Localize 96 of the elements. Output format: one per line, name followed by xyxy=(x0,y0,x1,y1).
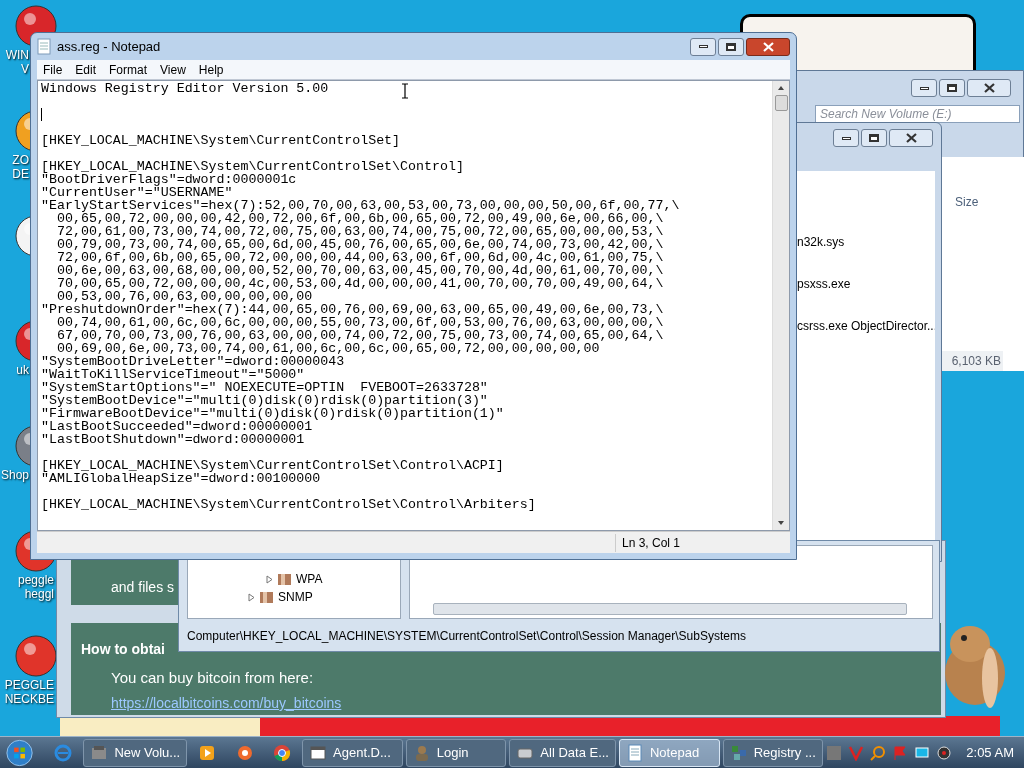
taskbar-button[interactable]: Login xyxy=(405,738,507,767)
text-area[interactable] xyxy=(37,80,790,531)
text-cursor-icon xyxy=(401,83,409,99)
expand-arrow-icon[interactable] xyxy=(248,592,255,602)
horizontal-scrollbar[interactable] xyxy=(433,603,907,615)
folder-icon xyxy=(277,572,292,586)
object-item[interactable]: n32k.sys xyxy=(797,233,935,251)
text-line: [HKEY_LOCAL_MACHINE\System\CurrentControlSet\Control\ACPI] xyxy=(41,459,504,472)
text-line: 00,79,00,73,00,74,00,65,00,6d,00,45,00,76,00,65,00,6e,00,74,00,73,00,42,00,\ xyxy=(55,238,664,251)
taskbar-button[interactable]: Agent.D... xyxy=(302,738,403,767)
maximize-button[interactable] xyxy=(718,37,744,56)
text-line: "SystemBootDriveLetter"=dword:00000043 xyxy=(41,355,345,368)
search-field[interactable]: Search New Volume (E:) xyxy=(815,105,1020,123)
text-line: 00,69,00,6e,00,73,00,74,00,61,00,6c,00,6c,00,65,00,72,00,00,00,00,00 xyxy=(55,342,600,355)
menu-item[interactable]: View xyxy=(154,60,192,79)
text-line: 00,74,00,61,00,6c,00,6c,00,00,00,55,00,73,00,6f,00,53,00,76,00,63,00,00,00,\ xyxy=(56,316,664,329)
minimize-icon xyxy=(841,136,851,140)
status-path: Computer\HKEY_LOCAL_MACHINE\SYSTEM\CurrentControlSet\Control\Session Manager\SubSystems xyxy=(187,628,746,645)
close-icon xyxy=(983,83,995,93)
minimize-icon xyxy=(919,86,929,90)
object-item[interactable]: csrss.exe ObjectDirector... xyxy=(797,317,935,335)
text-line: 00,6e,00,63,00,68,00,00,00,52,00,70,00,63,00,45,00,70,00,4d,00,61,00,70,00,\ xyxy=(55,264,664,277)
menu-item[interactable]: File xyxy=(37,60,69,79)
text-line: "PreshutdownOrder"=hex(7):44,00,65,00,76,00,69,00,63,00,65,00,49,00,6e,00,73,\ xyxy=(41,303,664,316)
globe-icon xyxy=(54,743,73,762)
scroll-up-icon[interactable] xyxy=(777,85,785,91)
maximize-icon xyxy=(726,42,736,51)
window-icon xyxy=(309,743,328,762)
close-icon xyxy=(905,133,917,143)
text-line: "LastBootSucceeded"=dword:00000001 xyxy=(41,420,313,433)
text-line: "CurrentUser"="USERNAME" xyxy=(41,186,233,199)
text-line: [HKEY_LOCAL_MACHINE\System\CurrentControlSet\Control] xyxy=(41,160,464,173)
close-button[interactable] xyxy=(889,129,933,147)
column-header[interactable]: Size xyxy=(955,193,979,211)
cubes-icon xyxy=(729,743,748,762)
text-caret xyxy=(41,108,42,121)
minimize-button[interactable] xyxy=(911,79,937,97)
close-button[interactable] xyxy=(967,79,1011,97)
magnifier-icon[interactable] xyxy=(870,744,887,761)
folder-icon xyxy=(259,590,274,604)
text-line: "BootDriverFlags"=dword:0000001c xyxy=(41,173,297,186)
tree-item[interactable]: SNMP xyxy=(278,588,313,606)
notepad-icon xyxy=(37,38,51,55)
minimize-button[interactable] xyxy=(690,37,716,56)
text-line: 00,53,00,76,00,63,00,00,00,00,00 xyxy=(55,290,313,303)
text-line: Windows Registry Editor Version 5.00 xyxy=(41,82,329,95)
maximize-icon xyxy=(869,134,879,142)
text-line: 72,00,61,00,73,00,74,00,72,00,75,00,63,00,74,00,75,00,72,00,65,00,00,00,53,\ xyxy=(55,225,664,238)
text-line: "SystemStartOptions"=" NOEXECUTE=OPTIN FVEBOOT=2633728" xyxy=(41,381,488,394)
start-button-icon[interactable] xyxy=(6,737,34,768)
play-icon xyxy=(198,743,217,762)
expand-arrow-icon[interactable] xyxy=(266,574,273,584)
p-ball-icon xyxy=(14,634,58,678)
text-line: "FirmwareBootDevice"="multi(0)disk(0)rdisk(0)partition(1)" xyxy=(41,407,504,420)
menu-item[interactable]: Help xyxy=(192,60,230,79)
tree-item[interactable]: WPA xyxy=(296,570,323,588)
close-icon xyxy=(762,41,774,52)
taskbar-button[interactable]: Registry ... xyxy=(722,738,824,767)
menu-item[interactable]: Edit xyxy=(69,60,103,79)
page-text: You can buy bitcoin from here: xyxy=(111,668,314,688)
app-icon xyxy=(235,743,254,762)
text-line: "SystemBootDevice"="multi(0)disk(0)rdisk(0)partition(3)" xyxy=(41,394,488,407)
monitor-icon[interactable] xyxy=(914,744,931,761)
minimize-icon xyxy=(698,45,708,48)
text-line: "WaitToKillServiceTimeout"="5000" xyxy=(41,368,305,381)
text-line: [HKEY_LOCAL_MACHINE\System\CurrentControlSet\Control\Arbiters] xyxy=(41,498,536,511)
text-line: 72,00,6f,00,6b,00,65,00,72,00,00,00,44,00,63,00,6f,00,6d,00,4c,00,61,00,75,\ xyxy=(55,251,664,264)
text-line: 70,00,65,00,72,00,00,00,4c,00,53,00,4d,00,00,00,41,00,70,00,70,00,49,00,64,\ xyxy=(55,277,664,290)
text-line: "EarlyStartServices"=hex(7):52,00,70,00,63,00,53,00,73,00,00,00,50,00,6f,00,77,\ xyxy=(41,199,680,212)
text-line: 67,00,70,00,73,00,76,00,63,00,00,00,74,00,72,00,75,00,73,00,74,00,65,00,64,\ xyxy=(55,329,664,342)
text-line: "AMLIGlobalHeapSize"=dword:00100000 xyxy=(41,472,321,485)
menu-item[interactable]: Format xyxy=(103,60,154,79)
text-line: "LastBootShutdown"=dword:00000001 xyxy=(41,433,305,446)
page-text: and files s xyxy=(111,578,175,597)
notepad-icon xyxy=(626,743,644,762)
folder-icon xyxy=(90,743,109,762)
browser-icon xyxy=(272,743,291,762)
taskbar-button[interactable]: New Volu... xyxy=(83,738,188,767)
scroll-down-icon[interactable] xyxy=(777,520,785,526)
vertical-scrollbar[interactable] xyxy=(772,81,789,530)
maximize-icon xyxy=(947,84,957,92)
object-item[interactable]: psxss.exe xyxy=(797,275,935,293)
speaker-icon[interactable] xyxy=(936,744,953,761)
taskbar-button[interactable]: All Data E... xyxy=(509,738,616,767)
text-line: [HKEY_LOCAL_MACHINE\System\CurrentControlSet] xyxy=(41,134,401,147)
maximize-button[interactable] xyxy=(939,79,965,97)
scroll-thumb[interactable] xyxy=(774,95,788,111)
cursor-position: Ln 3, Col 1 xyxy=(615,533,790,552)
page-heading: How to obtai xyxy=(81,640,165,659)
clock: 2:05 AM xyxy=(966,743,1014,762)
text-line: 00,65,00,72,00,00,00,42,00,72,00,6f,00,6b,00,65,00,72,00,49,00,6e,00,66,00,\ xyxy=(56,212,664,225)
maximize-button[interactable] xyxy=(861,129,887,147)
size-cell: 6,103 KB xyxy=(941,351,1003,371)
minimize-button[interactable] xyxy=(833,129,859,147)
window-title: ass.reg - Notepad xyxy=(57,37,162,56)
close-button[interactable] xyxy=(746,37,790,56)
